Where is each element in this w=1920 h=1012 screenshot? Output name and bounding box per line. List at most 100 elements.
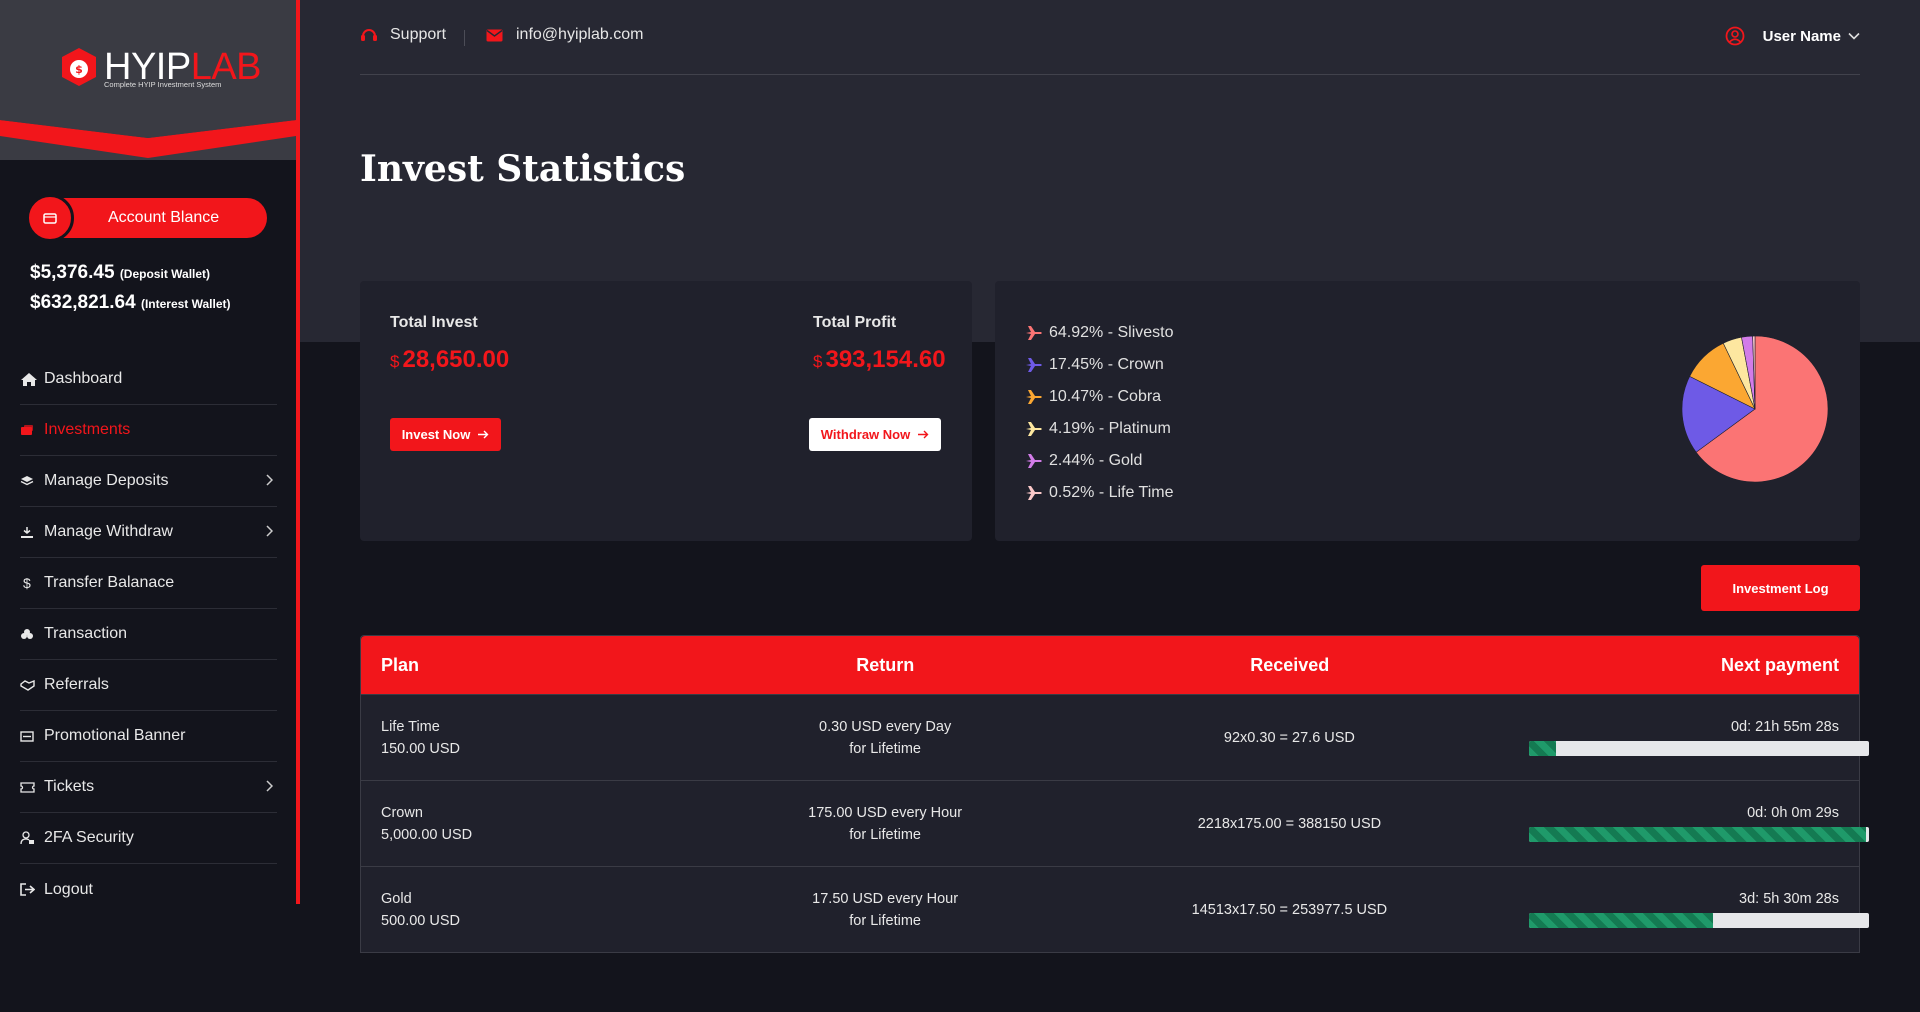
total-invest-label: Total Invest bbox=[390, 314, 478, 331]
sidebar-item-dashboard[interactable]: Dashboard bbox=[20, 354, 277, 405]
legend-label: 2.44% - Gold bbox=[1049, 452, 1143, 469]
table-row: Crown 5,000.00 USD 175.00 USD every Hour f… bbox=[361, 780, 1869, 866]
plan-amount: 500.00 USD bbox=[381, 912, 460, 929]
invest-now-label: Invest Now bbox=[401, 427, 471, 442]
sidebar-item-logout[interactable]: Logout bbox=[20, 864, 277, 904]
investment-log-button[interactable]: Investment Log bbox=[1701, 565, 1860, 611]
legend-item: 2.44% - Gold bbox=[1025, 445, 1174, 477]
account-balance-button[interactable]: Account Blance bbox=[26, 194, 267, 242]
brand-tagline: Complete HYIP Investment System bbox=[104, 80, 222, 89]
received-cell: 2218x175.00 = 388150 USD bbox=[1197, 815, 1382, 832]
total-profit-currency: $ bbox=[813, 352, 823, 371]
received-cell: 14513x17.50 = 253977.5 USD bbox=[1191, 901, 1388, 918]
plan-cell: Gold 500.00 USD bbox=[361, 888, 720, 932]
total-invest-amount: 28,650.00 bbox=[402, 346, 510, 373]
sidebar-item-referrals[interactable]: Referrals bbox=[20, 660, 277, 711]
logout-icon bbox=[20, 883, 44, 896]
sidebar-item-label: Investments bbox=[44, 421, 131, 438]
plane-icon bbox=[1026, 454, 1042, 468]
sidebar-item-2fa-security[interactable]: 2FA Security bbox=[20, 813, 277, 864]
return-rate: 0.30 USD every Day bbox=[819, 718, 952, 735]
plane-icon bbox=[1026, 422, 1042, 436]
sidebar-item-transaction[interactable]: Transaction bbox=[20, 609, 277, 660]
return-cell: 175.00 USD every Hour for Lifetime bbox=[720, 802, 1049, 846]
legend-item: 17.45% - Crown bbox=[1025, 349, 1174, 381]
sidebar-item-label: Transaction bbox=[44, 625, 127, 642]
legend-label: 64.92% - Slivesto bbox=[1049, 324, 1174, 341]
home-icon bbox=[20, 372, 44, 387]
sidebar-item-label: Dashboard bbox=[44, 370, 123, 387]
headset-icon bbox=[361, 29, 377, 41]
legend-item: 4.19% - Platinum bbox=[1025, 413, 1174, 445]
sidebar-item-label: Promotional Banner bbox=[44, 727, 186, 744]
dollar-icon: $ bbox=[23, 575, 31, 591]
progress-fill bbox=[1529, 827, 1866, 842]
wallet-icon bbox=[26, 194, 74, 242]
total-profit-amount: 393,154.60 bbox=[825, 346, 946, 373]
sidebar-item-label: Manage Deposits bbox=[44, 472, 169, 489]
return-cell: 0.30 USD every Day for Lifetime bbox=[720, 716, 1049, 760]
next-payment-cell: 3d: 5h 30m 28s bbox=[1529, 891, 1869, 928]
withdraw-now-button[interactable]: Withdraw Now bbox=[809, 418, 941, 451]
table-row: Life Time 150.00 USD 0.30 USD every Day fo… bbox=[361, 694, 1869, 780]
sidebar-item-tickets[interactable]: Tickets bbox=[20, 762, 277, 813]
payment-progress-bar bbox=[1529, 741, 1869, 756]
return-cell: 17.50 USD every Hour for Lifetime bbox=[720, 888, 1049, 932]
interest-wallet-amount: $632,821.64 bbox=[30, 292, 136, 313]
sidebar: $ HYIPLAB Complete HYIP Investment Syste… bbox=[0, 0, 300, 904]
user-menu[interactable]: User Name bbox=[1725, 26, 1860, 46]
user-name: User Name bbox=[1762, 27, 1841, 45]
chevron-down-icon bbox=[1848, 32, 1860, 40]
legend-item: 0.52% - Life Time bbox=[1025, 477, 1174, 509]
ticket-icon bbox=[20, 781, 44, 793]
plan-name: Life Time bbox=[381, 718, 440, 735]
table-header: Plan Return Received Next payment bbox=[361, 636, 1859, 694]
sidebar-item-transfer-balance[interactable]: $ Transfer Balanace bbox=[20, 558, 277, 609]
chevron-right-icon bbox=[266, 780, 273, 792]
return-rate: 175.00 USD every Hour bbox=[808, 804, 963, 821]
sidebar-item-manage-deposits[interactable]: Manage Deposits bbox=[20, 456, 277, 507]
plan-cell: Life Time 150.00 USD bbox=[361, 716, 720, 760]
chevron-right-icon bbox=[266, 525, 273, 537]
plane-icon bbox=[1026, 326, 1042, 340]
plane-icon bbox=[1026, 358, 1042, 372]
topbar: Support info@hyiplab.com User Name bbox=[360, 0, 1860, 75]
user-circle-icon bbox=[1725, 26, 1745, 46]
invest-now-button[interactable]: Invest Now bbox=[390, 418, 501, 451]
plane-icon bbox=[1026, 390, 1042, 404]
progress-fill bbox=[1529, 741, 1557, 756]
coins-icon bbox=[20, 628, 44, 640]
deposit-wallet: $5,376.45 (Deposit Wallet) bbox=[30, 262, 210, 284]
investment-icon bbox=[20, 424, 44, 436]
sidebar-item-label: Tickets bbox=[44, 778, 95, 795]
sidebar-item-label: Referrals bbox=[44, 676, 109, 693]
legend-item: 64.92% - Slivesto bbox=[1025, 317, 1174, 349]
investment-table: Plan Return Received Next payment Life T… bbox=[360, 635, 1869, 953]
withdraw-now-label: Withdraw Now bbox=[820, 427, 911, 442]
logo-area: $ HYIPLAB Complete HYIP Investment Syste… bbox=[0, 0, 296, 160]
email-link[interactable]: info@hyiplab.com bbox=[486, 26, 643, 44]
banner-icon bbox=[20, 730, 44, 742]
countdown: 0d: 0h 0m 29s bbox=[1747, 805, 1839, 821]
support-link[interactable]: Support bbox=[360, 26, 446, 44]
legend-label: 17.45% - Crown bbox=[1049, 356, 1164, 373]
header-return: Return bbox=[856, 655, 915, 675]
withdraw-icon bbox=[20, 526, 44, 539]
plan-amount: 150.00 USD bbox=[381, 740, 460, 757]
received-cell: 92x0.30 = 27.6 USD bbox=[1223, 729, 1355, 746]
legend-label: 0.52% - Life Time bbox=[1049, 484, 1174, 501]
account-balance-label: Account Blance bbox=[108, 209, 220, 226]
legend-item: 10.47% - Cobra bbox=[1025, 381, 1174, 413]
investment-log-label: Investment Log bbox=[1732, 580, 1829, 596]
total-invest-currency: $ bbox=[390, 352, 400, 371]
sidebar-nav: Dashboard Investments Manage Deposits Ma… bbox=[20, 354, 277, 904]
sidebar-item-promotional-banner[interactable]: Promotional Banner bbox=[20, 711, 277, 762]
return-term: for Lifetime bbox=[849, 912, 921, 929]
plan-cell: Crown 5,000.00 USD bbox=[361, 802, 720, 846]
arrow-right-icon bbox=[918, 430, 929, 439]
sidebar-item-manage-withdraw[interactable]: Manage Withdraw bbox=[20, 507, 277, 558]
payment-progress-bar bbox=[1529, 913, 1869, 928]
sidebar-item-investments[interactable]: Investments bbox=[20, 405, 277, 456]
sidebar-item-label: Logout bbox=[44, 880, 93, 898]
money-bag-icon: $ bbox=[62, 48, 96, 86]
